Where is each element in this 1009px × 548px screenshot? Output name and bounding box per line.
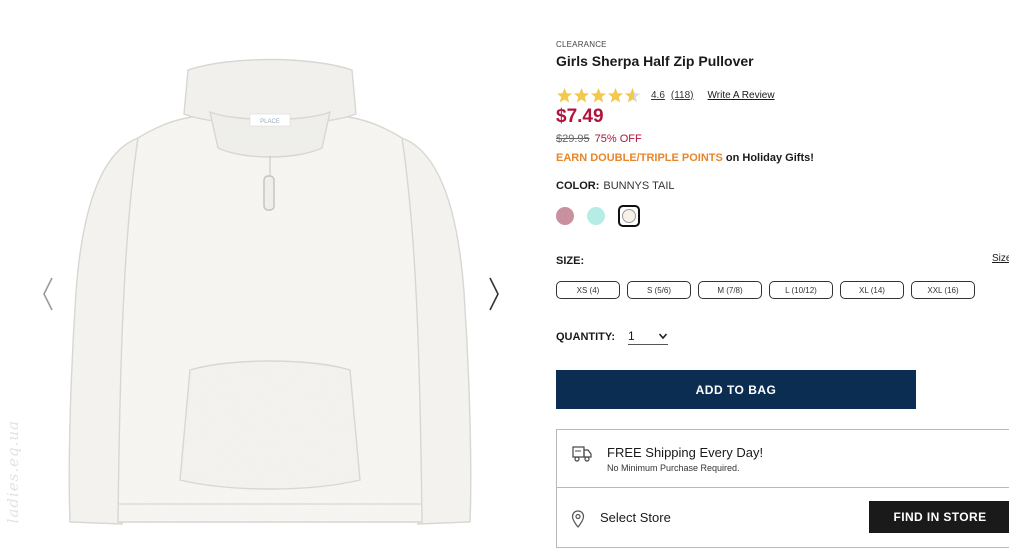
size-option-l[interactable]: L (10/12) xyxy=(769,281,833,299)
size-option-m[interactable]: M (7/8) xyxy=(698,281,762,299)
product-details: CLEARANCE Girls Sherpa Half Zip Pullover… xyxy=(556,0,1009,548)
size-option-xl[interactable]: XL (14) xyxy=(840,281,904,299)
product-image: PLACE xyxy=(68,58,472,525)
sale-price: $7.49 xyxy=(556,106,604,127)
star-icon xyxy=(608,87,623,102)
color-value: BUNNYS TAIL xyxy=(603,180,675,192)
delivery-truck-icon xyxy=(572,446,592,462)
color-label: COLOR: xyxy=(556,180,600,192)
star-icon xyxy=(557,87,572,102)
swatch-mint[interactable] xyxy=(587,207,605,225)
product-gallery: PLACE ladies.eq.ua xyxy=(0,0,540,548)
price-details: $29.95 75% OFF xyxy=(556,133,642,145)
chevron-down-icon xyxy=(658,332,668,339)
free-shipping-row: FREE Shipping Every Day! No Minimum Purc… xyxy=(557,430,1009,488)
promo-message: EARN DOUBLE/TRIPLE POINTS on Holiday Gif… xyxy=(556,152,814,164)
rating-row: 4.6 (118) Write A Review xyxy=(556,86,775,104)
star-icon xyxy=(625,87,640,102)
chevron-right-icon[interactable] xyxy=(484,272,504,316)
add-to-bag-button[interactable]: ADD TO BAG xyxy=(556,370,916,409)
chevron-left-icon[interactable] xyxy=(38,272,58,316)
promo-highlight: EARN DOUBLE/TRIPLE POINTS xyxy=(556,152,723,164)
star-icon xyxy=(574,87,589,102)
rating-value[interactable]: 4.6 xyxy=(651,90,665,101)
review-count[interactable]: (118) xyxy=(671,90,694,101)
size-option-xxl[interactable]: XXL (16) xyxy=(911,281,975,299)
location-pin-icon xyxy=(571,510,585,528)
shipping-title: FREE Shipping Every Day! xyxy=(607,445,764,460)
quantity-value: 1 xyxy=(628,328,635,343)
original-price: $29.95 xyxy=(556,133,590,145)
size-guide-link[interactable]: Size xyxy=(992,253,1009,264)
write-review-link[interactable]: Write A Review xyxy=(708,90,775,101)
fulfillment-box: FREE Shipping Every Day! No Minimum Purc… xyxy=(556,429,1009,548)
size-label: SIZE: xyxy=(556,255,585,267)
swatch-bunnys-tail xyxy=(622,209,636,223)
color-selection: COLOR: BUNNYS TAIL xyxy=(556,180,675,192)
color-swatches xyxy=(556,205,640,227)
star-rating xyxy=(556,87,641,104)
find-in-store-button[interactable]: FIND IN STORE xyxy=(869,501,1009,533)
discount-label: 75% OFF xyxy=(594,133,642,145)
size-option-xs[interactable]: XS (4) xyxy=(556,281,620,299)
promo-text: on Holiday Gifts! xyxy=(722,152,814,164)
quantity-label: QUANTITY: xyxy=(556,331,616,343)
swatch-mauve[interactable] xyxy=(556,207,574,225)
clearance-badge: CLEARANCE xyxy=(556,40,607,49)
select-store-link[interactable]: Select Store xyxy=(600,510,671,525)
shipping-subtitle: No Minimum Purchase Required. xyxy=(607,463,740,473)
watermark: ladies.eq.ua xyxy=(4,420,22,524)
product-title: Girls Sherpa Half Zip Pullover xyxy=(556,53,754,69)
swatch-bunnys-tail-selected[interactable] xyxy=(618,205,640,227)
size-option-s[interactable]: S (5/6) xyxy=(627,281,691,299)
brand-label: PLACE xyxy=(260,119,280,125)
size-options: XS (4) S (5/6) M (7/8) L (10/12) XL (14)… xyxy=(556,281,982,299)
quantity-select[interactable]: 1 xyxy=(628,327,668,345)
star-icon xyxy=(591,87,606,102)
store-row: Select Store FIND IN STORE xyxy=(557,488,1009,548)
